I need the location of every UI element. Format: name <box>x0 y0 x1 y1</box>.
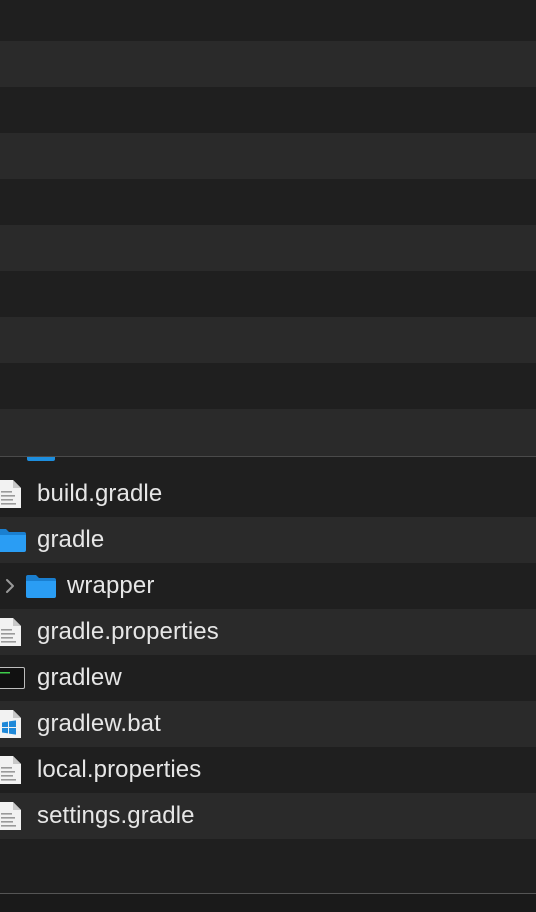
folder-icon <box>26 575 56 598</box>
empty-row <box>0 839 536 885</box>
file-row-local-properties[interactable]: local.properties <box>0 747 536 793</box>
status-bar <box>0 894 536 912</box>
empty-row <box>0 179 536 225</box>
empty-list-area <box>0 0 536 456</box>
file-row-settings-gradle[interactable]: settings.gradle <box>0 793 536 839</box>
file-name: gradle.properties <box>37 618 219 645</box>
empty-row <box>0 225 536 271</box>
folder-row-wrapper[interactable]: wrapper <box>0 563 536 609</box>
file-row-gradlew[interactable]: gradlew <box>0 655 536 701</box>
folder-icon <box>0 529 26 552</box>
file-name: wrapper <box>67 572 155 599</box>
empty-row <box>0 271 536 317</box>
document-icon <box>0 756 21 784</box>
terminal-icon <box>0 667 25 689</box>
empty-row <box>0 41 536 87</box>
file-row-gradle-properties[interactable]: gradle.properties <box>0 609 536 655</box>
empty-row <box>0 409 536 456</box>
file-list: build.gradle gradle wrapper gradle.prope… <box>0 471 536 885</box>
file-name: build.gradle <box>37 480 163 507</box>
empty-row <box>0 317 536 363</box>
file-row-gradlew-bat[interactable]: gradlew.bat <box>0 701 536 747</box>
file-name: gradle <box>37 526 105 553</box>
empty-row <box>0 87 536 133</box>
document-icon <box>0 480 21 508</box>
document-icon <box>0 802 21 830</box>
file-name: gradlew <box>37 664 122 691</box>
empty-row <box>0 133 536 179</box>
empty-row <box>0 0 536 46</box>
finder-window: build.gradle gradle wrapper gradle.prope… <box>0 0 536 912</box>
document-icon <box>0 618 21 646</box>
folder-icon <box>27 457 55 461</box>
windows-icon <box>0 710 21 738</box>
file-name: settings.gradle <box>37 802 195 829</box>
empty-row <box>0 363 536 409</box>
folder-row-gradle[interactable]: gradle <box>0 517 536 563</box>
file-row-build-gradle[interactable]: build.gradle <box>0 471 536 517</box>
file-name: local.properties <box>37 756 202 783</box>
pane-divider[interactable] <box>0 456 536 457</box>
chevron-right-icon[interactable] <box>3 575 17 597</box>
file-name: gradlew.bat <box>37 710 161 737</box>
